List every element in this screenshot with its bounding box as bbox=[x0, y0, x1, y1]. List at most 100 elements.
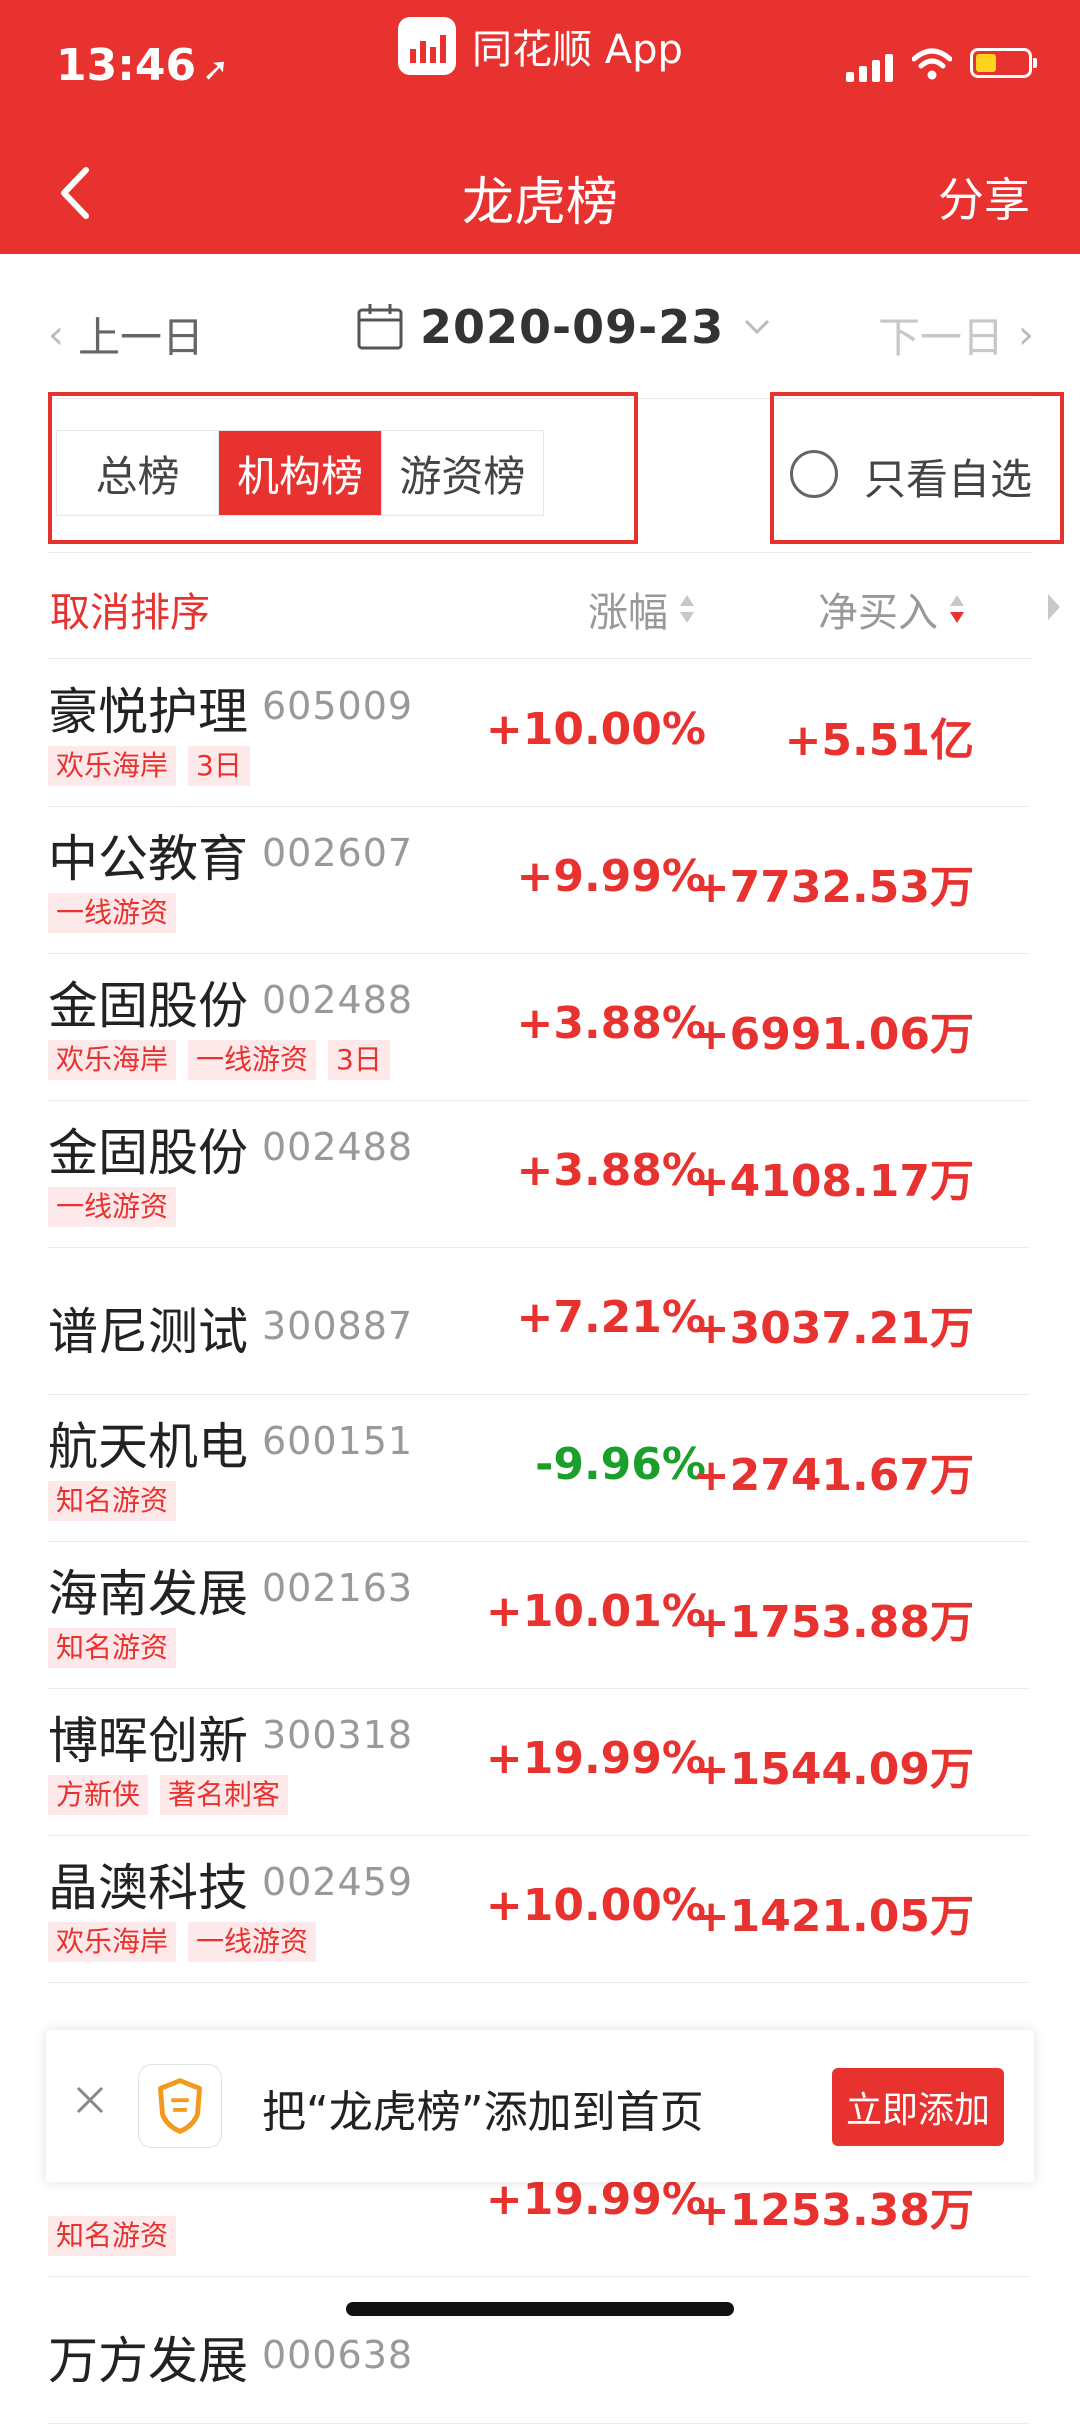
battery-icon bbox=[970, 48, 1037, 78]
watchlist-radio[interactable] bbox=[790, 450, 838, 498]
date-value: 2020-09-23 bbox=[420, 300, 725, 354]
stock-tag: 方新侠 bbox=[48, 1775, 149, 1815]
nav-bar: 龙虎榜 分享 bbox=[0, 130, 1080, 254]
chevron-left-icon: ‹ bbox=[48, 311, 64, 358]
stock-tag: 3日 bbox=[328, 1040, 390, 1080]
calendar-icon bbox=[357, 304, 403, 350]
chevron-right-icon: › bbox=[1018, 311, 1034, 358]
wifi-icon bbox=[912, 48, 952, 80]
net-buy-amount: +1753.88万 bbox=[692, 1597, 974, 1648]
stock-tags: 欢乐海岸 一线游资 bbox=[48, 1922, 317, 1962]
net-buy-amount: +1421.05万 bbox=[692, 1891, 974, 1942]
stock-code: 002488 bbox=[262, 1125, 414, 1169]
change-percent: +10.00% bbox=[485, 704, 706, 755]
stock-code: 000638 bbox=[262, 2333, 414, 2377]
change-percent: +3.88% bbox=[516, 1145, 706, 1196]
stock-name: 博晖创新 bbox=[48, 1712, 248, 1770]
app-badge: 同花顺 App bbox=[398, 17, 683, 75]
stock-tags: 一线游资 bbox=[48, 893, 177, 933]
chevron-down-icon bbox=[745, 319, 770, 335]
stock-code: 002488 bbox=[262, 978, 414, 1022]
stock-code: 002163 bbox=[262, 1566, 414, 1610]
column-change-label: 涨幅 bbox=[588, 590, 668, 636]
net-buy-amount: +5.51亿 bbox=[784, 715, 974, 766]
stock-tags: 知名游资 bbox=[48, 1481, 177, 1521]
net-buy-amount: +3037.21万 bbox=[692, 1303, 974, 1354]
change-percent: +9.99% bbox=[516, 851, 706, 902]
app-logo-icon bbox=[398, 17, 456, 75]
stock-tags: 方新侠 著名刺客 bbox=[48, 1775, 289, 1815]
stock-code: 300887 bbox=[262, 1304, 414, 1348]
column-netbuy-header[interactable]: 净买入 bbox=[818, 580, 966, 638]
scroll-right-icon[interactable] bbox=[1046, 592, 1062, 622]
status-time: 13:46 ➚ bbox=[56, 40, 229, 91]
location-arrow-icon: ➚ bbox=[202, 50, 229, 88]
stock-tag: 欢乐海岸 bbox=[48, 1040, 177, 1080]
table-row[interactable]: 万方发展 000638 bbox=[48, 2277, 1030, 2424]
share-button[interactable]: 分享 bbox=[938, 164, 1030, 230]
stock-code: 600151 bbox=[262, 1419, 414, 1463]
change-percent: +10.00% bbox=[485, 1880, 706, 1931]
date-picker[interactable]: 2020-09-23 bbox=[356, 300, 772, 354]
table-row[interactable]: 豪悦护理 605009 欢乐海岸 3日 +10.00% +5.51亿 bbox=[48, 660, 1030, 807]
table-row[interactable]: 金固股份 002488 欢乐海岸 一线游资 3日 +3.88% +6991.06万 bbox=[48, 954, 1030, 1101]
column-netbuy-label: 净买入 bbox=[818, 590, 938, 636]
add-now-button[interactable]: 立即添加 bbox=[832, 2068, 1004, 2146]
change-percent: +7.21% bbox=[516, 1292, 706, 1343]
stock-name: 豪悦护理 bbox=[48, 683, 248, 741]
table-row[interactable]: 晶澳科技 002459 欢乐海岸 一线游资 +10.00% +1421.05万 bbox=[48, 1836, 1030, 1983]
stock-code: 002607 bbox=[262, 831, 414, 875]
net-buy-amount: +1253.38万 bbox=[692, 2185, 974, 2236]
next-day-button[interactable]: 下一日 › bbox=[878, 304, 1034, 365]
stock-tag: 一线游资 bbox=[48, 1187, 177, 1227]
stock-tag: 知名游资 bbox=[48, 2216, 177, 2256]
stock-tag: 著名刺客 bbox=[160, 1775, 289, 1815]
stock-tags: 知名游资 bbox=[48, 1628, 177, 1668]
stock-tags: 知名游资 bbox=[48, 2216, 177, 2256]
status-bar: 13:46 ➚ 同花顺 App bbox=[0, 0, 1080, 130]
change-percent: +3.88% bbox=[516, 998, 706, 1049]
stock-name: 万方发展 bbox=[48, 2332, 248, 2390]
stock-name: 谱尼测试 bbox=[48, 1303, 248, 1361]
stock-name: 航天机电 bbox=[48, 1418, 248, 1476]
stock-tags: 一线游资 bbox=[48, 1187, 177, 1227]
stock-tag: 知名游资 bbox=[48, 1481, 177, 1521]
table-row[interactable]: 中公教育 002607 一线游资 +9.99% +7732.53万 bbox=[48, 807, 1030, 954]
net-buy-amount: +7732.53万 bbox=[692, 862, 974, 913]
stock-tag: 3日 bbox=[188, 746, 250, 786]
table-row[interactable]: 金固股份 002488 一线游资 +3.88% +4108.17万 bbox=[48, 1101, 1030, 1248]
cancel-sort-button[interactable]: 取消排序 bbox=[50, 580, 210, 638]
column-change-header[interactable]: 涨幅 bbox=[588, 580, 696, 638]
ranking-tabs: 总榜 机构榜 游资榜 bbox=[56, 430, 544, 516]
stock-code: 300318 bbox=[262, 1713, 414, 1757]
sort-icon bbox=[680, 595, 694, 623]
table-row[interactable]: 博晖创新 300318 方新侠 著名刺客 +19.99% +1544.09万 bbox=[48, 1689, 1030, 1836]
prev-day-label: 上一日 bbox=[78, 313, 205, 362]
stock-name: 金固股份 bbox=[48, 1124, 248, 1182]
watchlist-label[interactable]: 只看自选 bbox=[864, 446, 1032, 507]
net-buy-amount: +2741.67万 bbox=[692, 1450, 974, 1501]
change-percent: +19.99% bbox=[485, 1733, 706, 1784]
home-indicator bbox=[346, 2302, 734, 2316]
stock-tag: 欢乐海岸 bbox=[48, 746, 177, 786]
stock-name: 金固股份 bbox=[48, 977, 248, 1035]
page-title: 龙虎榜 bbox=[461, 173, 618, 233]
date-selector: ‹ 上一日 2020-09-23 下一日 › bbox=[0, 300, 1080, 370]
prev-day-button[interactable]: ‹ 上一日 bbox=[48, 304, 204, 365]
add-to-home-banner: 把“龙虎榜”添加到首页 立即添加 bbox=[46, 2030, 1034, 2182]
close-icon[interactable] bbox=[70, 2080, 110, 2120]
table-row[interactable]: 海南发展 002163 知名游资 +10.01% +1753.88万 bbox=[48, 1542, 1030, 1689]
tab-total[interactable]: 总榜 bbox=[57, 431, 218, 515]
cellular-signal-icon bbox=[846, 52, 893, 82]
table-row[interactable]: 航天机电 600151 知名游资 -9.96% +2741.67万 bbox=[48, 1395, 1030, 1542]
tab-institution[interactable]: 机构榜 bbox=[218, 431, 381, 515]
tab-hot-money[interactable]: 游资榜 bbox=[380, 431, 543, 515]
stock-tags: 欢乐海岸 一线游资 3日 bbox=[48, 1040, 390, 1080]
next-day-label: 下一日 bbox=[877, 313, 1004, 362]
net-buy-amount: +6991.06万 bbox=[692, 1009, 974, 1060]
divider bbox=[48, 552, 1032, 553]
shield-icon bbox=[138, 2064, 222, 2148]
stock-tag: 欢乐海岸 bbox=[48, 1922, 177, 1962]
table-row[interactable]: 谱尼测试 300887 +7.21% +3037.21万 bbox=[48, 1248, 1030, 1395]
time-text: 13:46 bbox=[56, 40, 197, 91]
